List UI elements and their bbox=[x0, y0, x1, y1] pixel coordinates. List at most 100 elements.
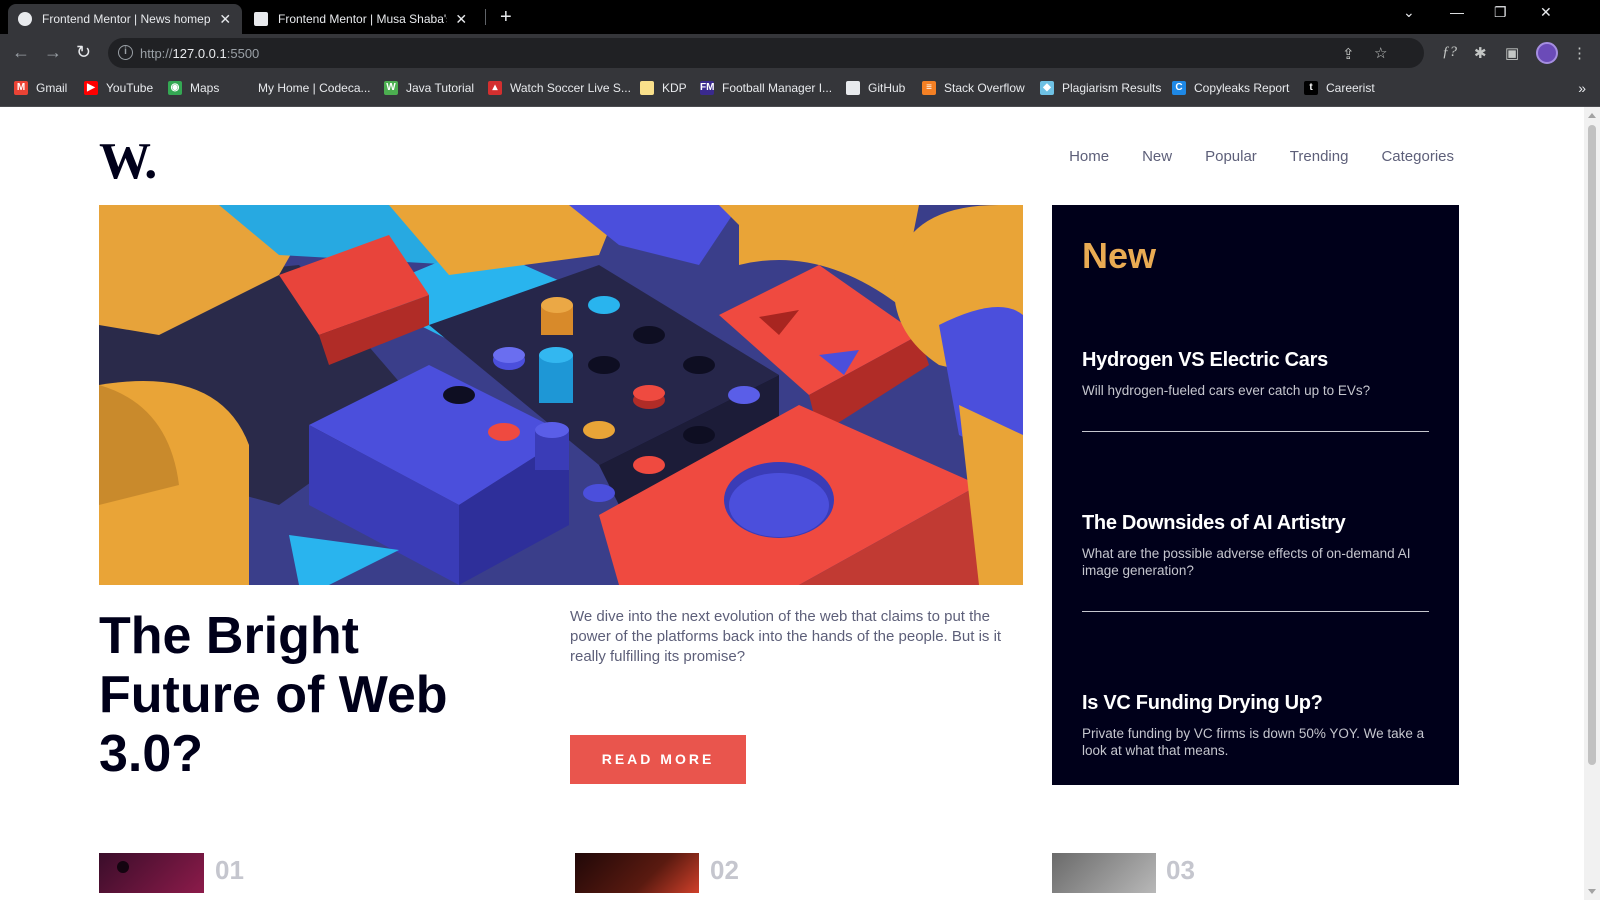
news-item: The Downsides of AI Artistry What are th… bbox=[1082, 512, 1429, 612]
nav-new[interactable]: New bbox=[1142, 148, 1172, 165]
bookmark-item[interactable]: ◆ Plagiarism Results bbox=[1040, 81, 1161, 95]
bookmark-item[interactable]: ▴ Watch Soccer Live S... bbox=[488, 81, 631, 95]
hero-lead: We dive into the next evolution of the w… bbox=[570, 608, 1002, 665]
bookmark-label: Plagiarism Results bbox=[1062, 81, 1162, 95]
share-icon[interactable]: ⇪ bbox=[1342, 45, 1355, 63]
new-tab-button[interactable]: + bbox=[500, 6, 512, 29]
main-nav: Home New Popular Trending Categories bbox=[1069, 148, 1454, 165]
article-number: 03 bbox=[1166, 855, 1195, 885]
news-item-text: What are the possible adverse effects of… bbox=[1082, 546, 1411, 578]
scroll-down-arrow-icon[interactable] bbox=[1588, 889, 1596, 894]
bookmark-favicon-icon: t bbox=[1304, 81, 1318, 95]
nav-home[interactable]: Home bbox=[1069, 148, 1109, 165]
news-item-text: Will hydrogen-fueled cars ever catch up … bbox=[1082, 383, 1371, 398]
bookmark-favicon-icon: ≡ bbox=[922, 81, 936, 95]
hero-image bbox=[99, 205, 1023, 585]
article-thumbnail bbox=[99, 853, 204, 893]
reload-icon[interactable]: ↻ bbox=[76, 42, 91, 63]
bookmark-item[interactable]: ◉ Maps bbox=[168, 81, 219, 95]
address-bar[interactable]: i http://127.0.0.1:5500 ⇪ ☆ bbox=[108, 38, 1424, 68]
news-item: Hydrogen VS Electric Cars Will hydrogen-… bbox=[1082, 349, 1429, 432]
hero-title: The Bright Future of Web 3.0? bbox=[99, 607, 448, 783]
article-number: 02 bbox=[710, 855, 739, 885]
site-info-icon[interactable]: i bbox=[118, 45, 133, 60]
bookmarks-bar: M Gmail ▶ YouTube ◉ Maps My Home | Codeca... W J… bbox=[0, 72, 1600, 107]
bookmark-item[interactable]: C Copyleaks Report bbox=[1172, 81, 1289, 95]
back-arrow-icon[interactable]: ← bbox=[12, 42, 30, 63]
bookmark-star-icon[interactable]: ☆ bbox=[1374, 44, 1387, 62]
bookmark-label: GitHub bbox=[868, 81, 906, 95]
joystick-knob-shape bbox=[117, 861, 129, 873]
bookmark-favicon-icon bbox=[236, 81, 250, 95]
bookmark-label: My Home | Codeca... bbox=[258, 81, 371, 95]
tab-search-chevron-icon[interactable]: ⌄ bbox=[1403, 4, 1415, 21]
restore-icon[interactable]: ❐ bbox=[1494, 4, 1507, 21]
bookmark-label: Watch Soccer Live S... bbox=[510, 81, 631, 95]
browser-tab-2[interactable]: Frontend Mentor | Musa Shaba's ✕ bbox=[244, 4, 478, 34]
bookmark-favicon-icon: FM bbox=[700, 81, 715, 95]
side-panel-icon[interactable]: ▣ bbox=[1505, 44, 1519, 62]
bookmark-label: Maps bbox=[190, 81, 220, 95]
news-item-title[interactable]: The Downsides of AI Artistry bbox=[1082, 512, 1429, 535]
tab-favicon-icon bbox=[18, 12, 32, 26]
news-item-title[interactable]: Is VC Funding Drying Up? bbox=[1082, 692, 1429, 715]
bookmark-favicon-icon: ◆ bbox=[1040, 81, 1054, 95]
extensions-puzzle-icon[interactable]: ✱ bbox=[1474, 44, 1487, 62]
tab-favicon-icon bbox=[254, 12, 268, 26]
bookmark-label: Stack Overflow bbox=[944, 81, 1025, 95]
bookmark-label: Football Manager I... bbox=[722, 81, 833, 95]
nav-categories[interactable]: Categories bbox=[1381, 148, 1454, 165]
sidebar-heading: New bbox=[1082, 235, 1157, 276]
article-number: 01 bbox=[215, 855, 244, 885]
tab-close-icon[interactable]: ✕ bbox=[455, 11, 468, 28]
more-menu-icon[interactable]: ⋮ bbox=[1572, 44, 1587, 62]
bookmark-label: Copyleaks Report bbox=[1194, 81, 1290, 95]
page-viewport: W. Home New Popular Trending Categories bbox=[0, 107, 1584, 900]
forward-arrow-icon[interactable]: → bbox=[44, 42, 62, 63]
news-item-text: Private funding by VC firms is down 50% … bbox=[1082, 726, 1425, 758]
browser-tab-1[interactable]: Frontend Mentor | News homepage ✕ bbox=[8, 4, 242, 34]
scrollbar-thumb[interactable] bbox=[1588, 125, 1596, 765]
bookmark-favicon-icon bbox=[640, 81, 654, 95]
bookmark-label: Careerist bbox=[1326, 81, 1375, 95]
bookmark-favicon-icon bbox=[846, 81, 860, 95]
bookmark-favicon-icon: ◉ bbox=[168, 81, 182, 95]
close-window-icon[interactable]: ✕ bbox=[1540, 4, 1552, 21]
bookmarks-overflow-icon[interactable]: » bbox=[1578, 80, 1586, 96]
bookmark-item[interactable]: KDP bbox=[640, 81, 687, 95]
bookmark-item[interactable]: ≡ Stack Overflow bbox=[922, 81, 1025, 95]
read-more-button[interactable]: READ MORE bbox=[570, 735, 746, 784]
article-thumbnail bbox=[1052, 853, 1156, 893]
bookmark-item[interactable]: W Java Tutorial bbox=[384, 81, 474, 95]
bookmark-label: YouTube bbox=[106, 81, 154, 95]
tab-close-icon[interactable]: ✕ bbox=[219, 11, 232, 28]
bookmark-item[interactable]: t Careerist bbox=[1304, 81, 1375, 95]
url-text: http://127.0.0.1:5500 bbox=[140, 46, 260, 61]
news-item: Is VC Funding Drying Up? Private funding… bbox=[1082, 692, 1429, 759]
bookmark-item[interactable]: ▶ YouTube bbox=[84, 81, 153, 95]
profile-avatar[interactable] bbox=[1536, 42, 1558, 64]
scroll-up-arrow-icon[interactable] bbox=[1588, 113, 1596, 118]
bookmark-favicon-icon: C bbox=[1172, 81, 1186, 95]
bookmark-favicon-icon: W bbox=[384, 81, 398, 95]
tab-title: Frontend Mentor | Musa Shaba's bbox=[278, 12, 447, 26]
bookmark-item[interactable]: M Gmail bbox=[14, 81, 67, 95]
nav-trending[interactable]: Trending bbox=[1290, 148, 1349, 165]
formula-extension-icon[interactable]: ƒ? bbox=[1442, 44, 1457, 61]
tab-title: Frontend Mentor | News homepage bbox=[42, 12, 211, 26]
bookmark-favicon-icon: M bbox=[14, 81, 28, 95]
bookmark-item[interactable]: My Home | Codeca... bbox=[236, 81, 371, 95]
page-scrollbar[interactable] bbox=[1584, 107, 1600, 900]
site-logo[interactable]: W. bbox=[99, 132, 157, 191]
nav-popular[interactable]: Popular bbox=[1205, 148, 1257, 165]
bookmark-label: Gmail bbox=[36, 81, 68, 95]
browser-toolbar: ← → ↻ i http://127.0.0.1:5500 ⇪ ☆ ƒ? ✱ ▣… bbox=[0, 34, 1600, 72]
minimize-icon[interactable]: — bbox=[1450, 4, 1464, 20]
bookmark-favicon-icon: ▶ bbox=[84, 81, 98, 95]
bookmark-item[interactable]: FM Football Manager I... bbox=[700, 81, 832, 95]
bookmark-label: Java Tutorial bbox=[406, 81, 475, 95]
bookmark-item[interactable]: GitHub bbox=[846, 81, 905, 95]
new-articles-sidebar: New Hydrogen VS Electric Cars Will hydro… bbox=[1052, 205, 1459, 785]
news-item-title[interactable]: Hydrogen VS Electric Cars bbox=[1082, 349, 1429, 372]
tab-separator bbox=[485, 9, 486, 25]
